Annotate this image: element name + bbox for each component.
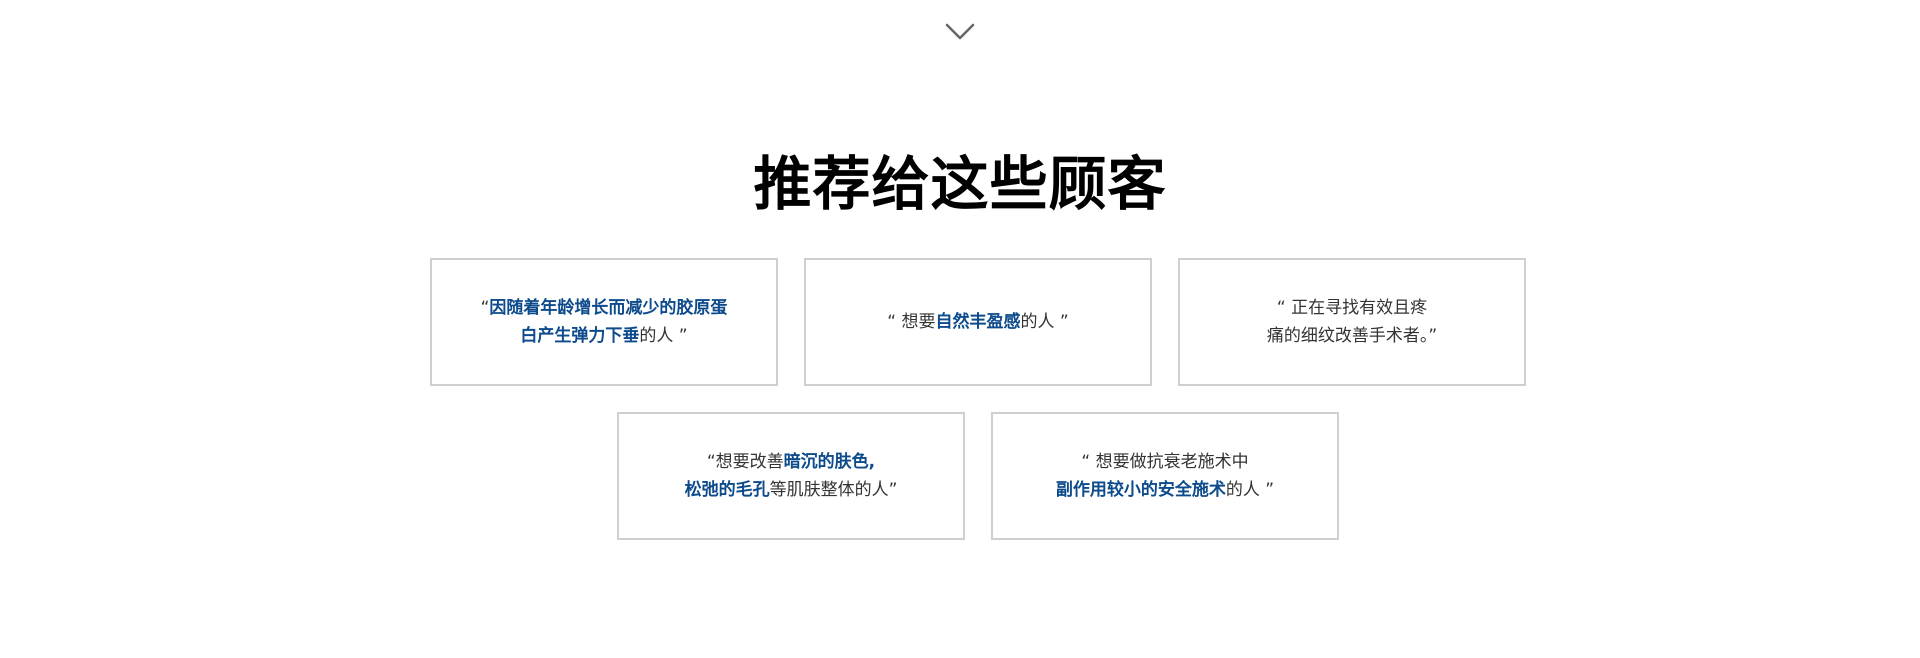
- card-line: “ 正在寻找有效且疼: [1267, 294, 1437, 322]
- customer-card-skin-tone: “想要改善暗沉的肤色, 松弛的毛孔等肌肤整体的人”: [617, 412, 965, 540]
- card-line: “ 想要自然丰盈感的人 ”: [887, 308, 1068, 336]
- card-line: 副作用较小的安全施术的人 ”: [1056, 476, 1274, 504]
- customer-card-collagen: “因随着年龄增长而减少的胶原蛋 白产生弹力下垂的人 ”: [430, 258, 778, 386]
- card-text: “ 想要自然丰盈感的人 ”: [887, 308, 1068, 336]
- card-text-part: 的人 ”: [1225, 480, 1275, 500]
- card-text-part: “ 想要: [887, 312, 936, 332]
- customer-card-safe-treatment: “ 想要做抗衰老施术中 副作用较小的安全施术的人 ”: [991, 412, 1339, 540]
- card-highlight: 松弛的毛孔: [684, 480, 770, 500]
- card-highlight: 暗沉的肤色,: [783, 452, 876, 472]
- card-highlight: 自然丰盈感: [935, 312, 1021, 332]
- section-title: 推荐给这些顾客: [753, 150, 1167, 218]
- customer-card-fine-lines: “ 正在寻找有效且疼 痛的细纹改善手术者。”: [1178, 258, 1526, 386]
- card-line: “ 想要做抗衰老施术中: [1056, 448, 1274, 476]
- customer-card-natural-volume: “ 想要自然丰盈感的人 ”: [804, 258, 1152, 386]
- card-line: “因随着年龄增长而减少的胶原蛋: [481, 294, 728, 322]
- card-text: “因随着年龄增长而减少的胶原蛋 白产生弹力下垂的人 ”: [481, 294, 728, 350]
- card-text-part: 的人 ”: [1020, 312, 1069, 332]
- card-line: 松弛的毛孔等肌肤整体的人”: [685, 476, 898, 504]
- card-text: “ 正在寻找有效且疼 痛的细纹改善手术者。”: [1267, 294, 1437, 350]
- card-text-part: “ 正在寻找有效且疼: [1276, 298, 1428, 318]
- card-line: “想要改善暗沉的肤色,: [685, 448, 898, 476]
- card-highlight: 白产生弹力下垂: [520, 326, 640, 346]
- chevron-down-icon[interactable]: [945, 22, 975, 42]
- card-text-part: “想要改善: [706, 452, 784, 472]
- card-text-part: 等肌肤整体的人”: [769, 480, 898, 500]
- card-line: 痛的细纹改善手术者。”: [1267, 322, 1437, 350]
- card-line: 白产生弹力下垂的人 ”: [481, 322, 728, 350]
- card-text-part: 痛的细纹改善手术者。”: [1266, 326, 1438, 346]
- card-highlight: 副作用较小的安全施术: [1055, 480, 1226, 500]
- card-text: “ 想要做抗衰老施术中 副作用较小的安全施术的人 ”: [1056, 448, 1274, 504]
- card-text: “想要改善暗沉的肤色, 松弛的毛孔等肌肤整体的人”: [685, 448, 898, 504]
- card-text-part: 的人 ”: [639, 326, 688, 346]
- card-highlight: 因随着年龄增长而减少的胶原蛋: [489, 298, 728, 318]
- card-text-part: “ 想要做抗衰老施术中: [1081, 452, 1249, 472]
